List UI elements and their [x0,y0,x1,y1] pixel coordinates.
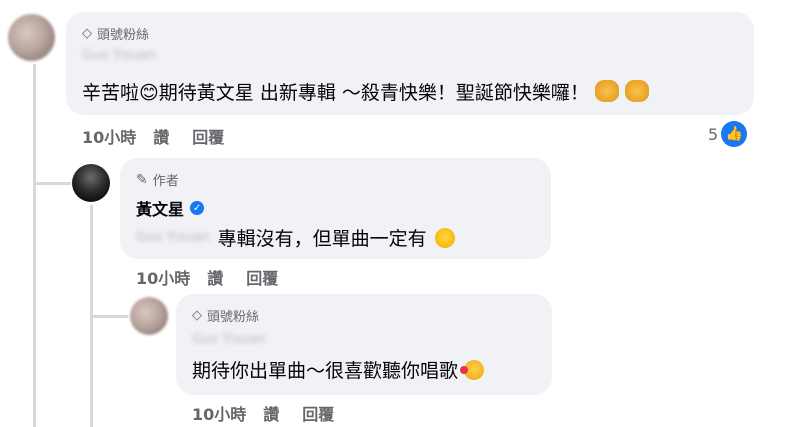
top-fan-badge[interactable]: ◇ 頭號粉絲 [82,24,149,43]
reply-button[interactable]: 回覆 [246,265,278,289]
thread-line-main [33,64,36,427]
avatar[interactable] [8,14,55,61]
top-fan-badge[interactable]: ◇ 頭號粉絲 [192,306,259,325]
like-button[interactable]: 讚 [263,401,279,425]
author-badge[interactable]: ✎ 作者 [136,170,179,190]
timestamp[interactable]: 10小時 [82,124,136,148]
cat-emoji-icon [624,80,649,102]
cat-emoji-icon [594,80,619,102]
badge-label: 頭號粉絲 [207,310,260,325]
reply-actions: 10小時 讚 回覆 [192,401,334,425]
badge-label: 作者 [152,174,179,189]
pencil-icon: ✎ [136,171,148,188]
author-name[interactable]: 黃文星 [136,196,184,220]
comment-text-content: 辛苦啦😊期待黃文星 出新專輯 ～殺青快樂！聖誕節快樂囉！ [82,82,589,104]
reaction-summary[interactable]: 5 👍 [708,121,748,147]
like-button[interactable]: 讚 [153,124,169,148]
timestamp[interactable]: 10小時 [192,401,246,425]
reply-text-content: 期待你出單曲～很喜歡聽你唱歌 [192,360,459,382]
commenter-name[interactable]: Guo Yixuan [82,48,156,63]
reply-text-content: 專輯沒有，但單曲一定有 [217,228,427,250]
comment-text: 辛苦啦😊期待黃文星 出新專輯 ～殺青快樂！聖誕節快樂囉！ [82,78,649,105]
like-reaction-icon: 👍 [721,121,748,147]
reply-bubble: ✎ 作者 黃文星 ✓ Guo Yixuan 專輯沒有，但單曲一定有 [120,158,551,259]
thread-connector-author [33,182,71,185]
comment-bubble: ◇ 頭號粉絲 Guo Yixuan 辛苦啦😊期待黃文星 出新專輯 ～殺青快樂！聖… [66,12,754,115]
comment-actions: 10小時 讚 回覆 [82,124,224,148]
avatar[interactable] [130,297,168,335]
reply-actions: 10小時 讚 回覆 [136,265,278,289]
reply-button[interactable]: 回覆 [192,124,224,148]
laughing-emoji-icon [434,227,455,248]
badge-label: 頭號粉絲 [97,28,150,43]
author-name-row: 黃文星 ✓ [136,196,205,220]
reply-text: 期待你出單曲～很喜歡聽你唱歌 [192,356,485,383]
diamond-icon: ◇ [192,308,202,323]
verified-badge-icon: ✓ [190,201,205,215]
diamond-icon: ◇ [82,26,92,41]
commenter-name[interactable]: Guo Yixuan [192,332,266,347]
reaction-count: 5 [708,124,719,144]
timestamp[interactable]: 10小時 [136,265,190,289]
avatar[interactable] [72,164,110,202]
like-button[interactable]: 讚 [207,265,223,289]
thread-connector-sub [90,315,128,318]
reply-bubble: ◇ 頭號粉絲 Guo Yixuan 期待你出單曲～很喜歡聽你唱歌 [176,294,552,395]
reply-text: Guo Yixuan 專輯沒有，但單曲一定有 [136,224,455,251]
smiling-hearts-emoji-icon [460,360,485,380]
mention-tag[interactable]: Guo Yixuan [136,230,210,245]
reply-button[interactable]: 回覆 [302,401,334,425]
